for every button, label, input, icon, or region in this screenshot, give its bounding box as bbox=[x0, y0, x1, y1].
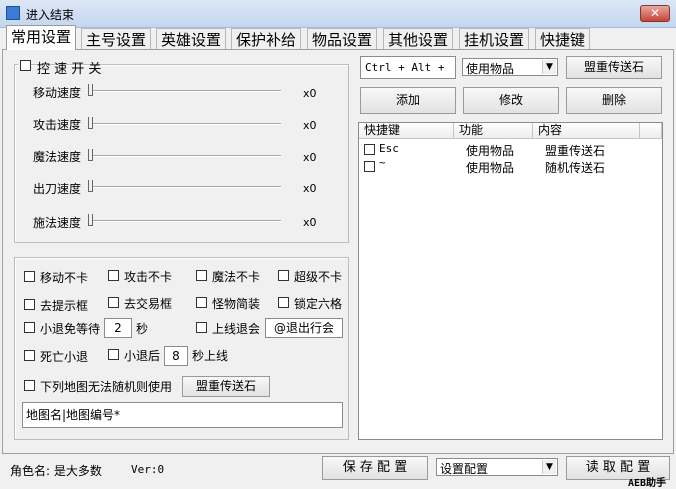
row-function: 使用物品 bbox=[466, 161, 515, 175]
chevron-down-icon[interactable]: ▼ bbox=[542, 460, 556, 474]
brand-label: AEB助手 bbox=[628, 478, 667, 489]
slider-cast-thumb[interactable] bbox=[88, 214, 93, 226]
config-select[interactable]: 设置配置 ▼ bbox=[436, 458, 558, 476]
magic-no-lag-checkbox[interactable] bbox=[196, 270, 207, 281]
add-button[interactable]: 添加 bbox=[360, 87, 456, 114]
slider-label-slash: 出刀速度 bbox=[33, 182, 82, 196]
map-fallback-item-button[interactable]: 盟重传送石 bbox=[182, 376, 270, 397]
action-select[interactable]: 使用物品 ▼ bbox=[462, 58, 558, 76]
column-header-function[interactable]: 功能 bbox=[454, 123, 533, 139]
map-list-input[interactable]: 地图名|地图编号* bbox=[22, 402, 343, 428]
online-exit-guild-checkbox[interactable] bbox=[196, 322, 207, 333]
target-item-button[interactable]: 盟重传送石 bbox=[566, 56, 662, 79]
remove-prompt-checkbox[interactable] bbox=[24, 299, 35, 310]
column-header-hotkey[interactable]: 快捷键 bbox=[359, 123, 454, 139]
remove-trade-label: 去交易框 bbox=[124, 297, 173, 311]
slider-move-thumb[interactable] bbox=[88, 84, 93, 96]
table-row[interactable]: ~ 使用物品 随机传送石 bbox=[359, 156, 662, 175]
tab-hero[interactable]: 英雄设置 bbox=[156, 28, 227, 50]
slider-slash-thumb[interactable] bbox=[88, 180, 93, 192]
slider-attack-thumb[interactable] bbox=[88, 117, 93, 129]
map-random-label: 下列地图无法随机则使用 bbox=[40, 380, 173, 394]
delete-button[interactable]: 删除 bbox=[566, 87, 662, 114]
remove-trade-checkbox[interactable] bbox=[108, 297, 119, 308]
tab-main-account[interactable]: 主号设置 bbox=[81, 28, 152, 50]
move-no-lag-checkbox[interactable] bbox=[24, 271, 35, 282]
tab-items[interactable]: 物品设置 bbox=[307, 28, 378, 50]
death-exit-checkbox[interactable] bbox=[24, 350, 35, 361]
hotkey-input[interactable]: Ctrl + Alt + bbox=[360, 56, 456, 79]
row-content: 盟重传送石 bbox=[545, 144, 606, 158]
death-exit-label: 死亡小退 bbox=[40, 350, 89, 364]
slider-slash-value: x0 bbox=[303, 182, 317, 195]
table-row[interactable]: Esc 使用物品 盟重传送石 bbox=[359, 141, 662, 158]
edit-button[interactable]: 修改 bbox=[463, 87, 559, 114]
map-random-checkbox[interactable] bbox=[24, 380, 35, 391]
monster-simple-checkbox[interactable] bbox=[196, 297, 207, 308]
small-exit-wait-label: 小退免等待 bbox=[40, 322, 101, 336]
slider-label-cast: 施法速度 bbox=[33, 216, 82, 230]
slider-label-attack: 攻击速度 bbox=[33, 118, 82, 132]
action-select-value: 使用物品 bbox=[466, 62, 515, 76]
super-no-lag-label: 超级不卡 bbox=[294, 270, 343, 284]
small-exit-after-checkbox[interactable] bbox=[108, 349, 119, 360]
small-exit-wait-input[interactable]: 2 bbox=[104, 318, 132, 338]
row-hotkey: Esc bbox=[379, 142, 399, 155]
row-checkbox[interactable] bbox=[364, 144, 375, 155]
close-button[interactable]: ✕ bbox=[640, 5, 670, 22]
tab-hotkeys[interactable]: 快捷键 bbox=[535, 28, 591, 50]
monster-simple-label: 怪物简装 bbox=[212, 297, 261, 311]
tab-idle[interactable]: 挂机设置 bbox=[459, 28, 530, 50]
slider-magic-thumb[interactable] bbox=[88, 149, 93, 161]
row-checkbox[interactable] bbox=[364, 161, 375, 172]
tab-common-settings[interactable]: 常用设置 bbox=[6, 25, 77, 50]
tab-other[interactable]: 其他设置 bbox=[383, 28, 454, 50]
title-bar: 进入结束 ✕ bbox=[0, 0, 676, 28]
config-select-value: 设置配置 bbox=[440, 462, 489, 476]
role-name: 角色名: 是大多数 bbox=[10, 464, 102, 478]
slider-attack-value: x0 bbox=[303, 119, 317, 132]
window-title: 进入结束 bbox=[26, 8, 75, 22]
save-config-button[interactable]: 保 存 配 置 bbox=[322, 456, 428, 480]
small-exit-after-input[interactable]: 8 bbox=[164, 346, 188, 366]
slider-move-value: x0 bbox=[303, 87, 317, 100]
version-label: Ver:0 bbox=[131, 463, 165, 476]
slider-label-magic: 魔法速度 bbox=[33, 150, 82, 164]
small-exit-after-unit: 秒上线 bbox=[192, 349, 229, 363]
small-exit-wait-checkbox[interactable] bbox=[24, 322, 35, 333]
slider-label-move: 移动速度 bbox=[33, 86, 82, 100]
online-exit-guild-label: 上线退会 bbox=[212, 322, 261, 336]
super-no-lag-checkbox[interactable] bbox=[278, 270, 289, 281]
row-function: 使用物品 bbox=[466, 144, 515, 158]
hotkey-list[interactable]: 快捷键 功能 内容 Esc 使用物品 盟重传送石 ~ 使用物品 随机传送石 bbox=[358, 122, 663, 440]
column-header-filler bbox=[640, 123, 662, 139]
slider-attack[interactable] bbox=[90, 123, 281, 125]
online-exit-guild-input[interactable]: @退出行会 bbox=[265, 318, 343, 338]
small-exit-after-label: 小退后 bbox=[124, 349, 161, 363]
remove-prompt-label: 去提示框 bbox=[40, 299, 89, 313]
small-exit-wait-unit: 秒 bbox=[136, 322, 149, 336]
lock-six-grid-label: 锁定六格 bbox=[294, 297, 343, 311]
magic-no-lag-label: 魔法不卡 bbox=[212, 270, 261, 284]
app-icon bbox=[6, 6, 20, 20]
attack-no-lag-label: 攻击不卡 bbox=[124, 270, 173, 284]
slider-move[interactable] bbox=[90, 90, 281, 92]
move-no-lag-label: 移动不卡 bbox=[40, 271, 89, 285]
tab-protect-supply[interactable]: 保护补给 bbox=[231, 28, 302, 50]
chevron-down-icon[interactable]: ▼ bbox=[542, 60, 556, 74]
lock-six-grid-checkbox[interactable] bbox=[278, 297, 289, 308]
row-hotkey: ~ bbox=[379, 156, 386, 169]
slider-slash[interactable] bbox=[90, 186, 281, 188]
slider-cast-value: x0 bbox=[303, 216, 317, 229]
row-content: 随机传送石 bbox=[545, 161, 606, 175]
attack-no-lag-checkbox[interactable] bbox=[108, 270, 119, 281]
column-header-content[interactable]: 内容 bbox=[533, 123, 640, 139]
slider-magic-value: x0 bbox=[303, 151, 317, 164]
slider-magic[interactable] bbox=[90, 155, 281, 157]
slider-cast[interactable] bbox=[90, 220, 281, 222]
